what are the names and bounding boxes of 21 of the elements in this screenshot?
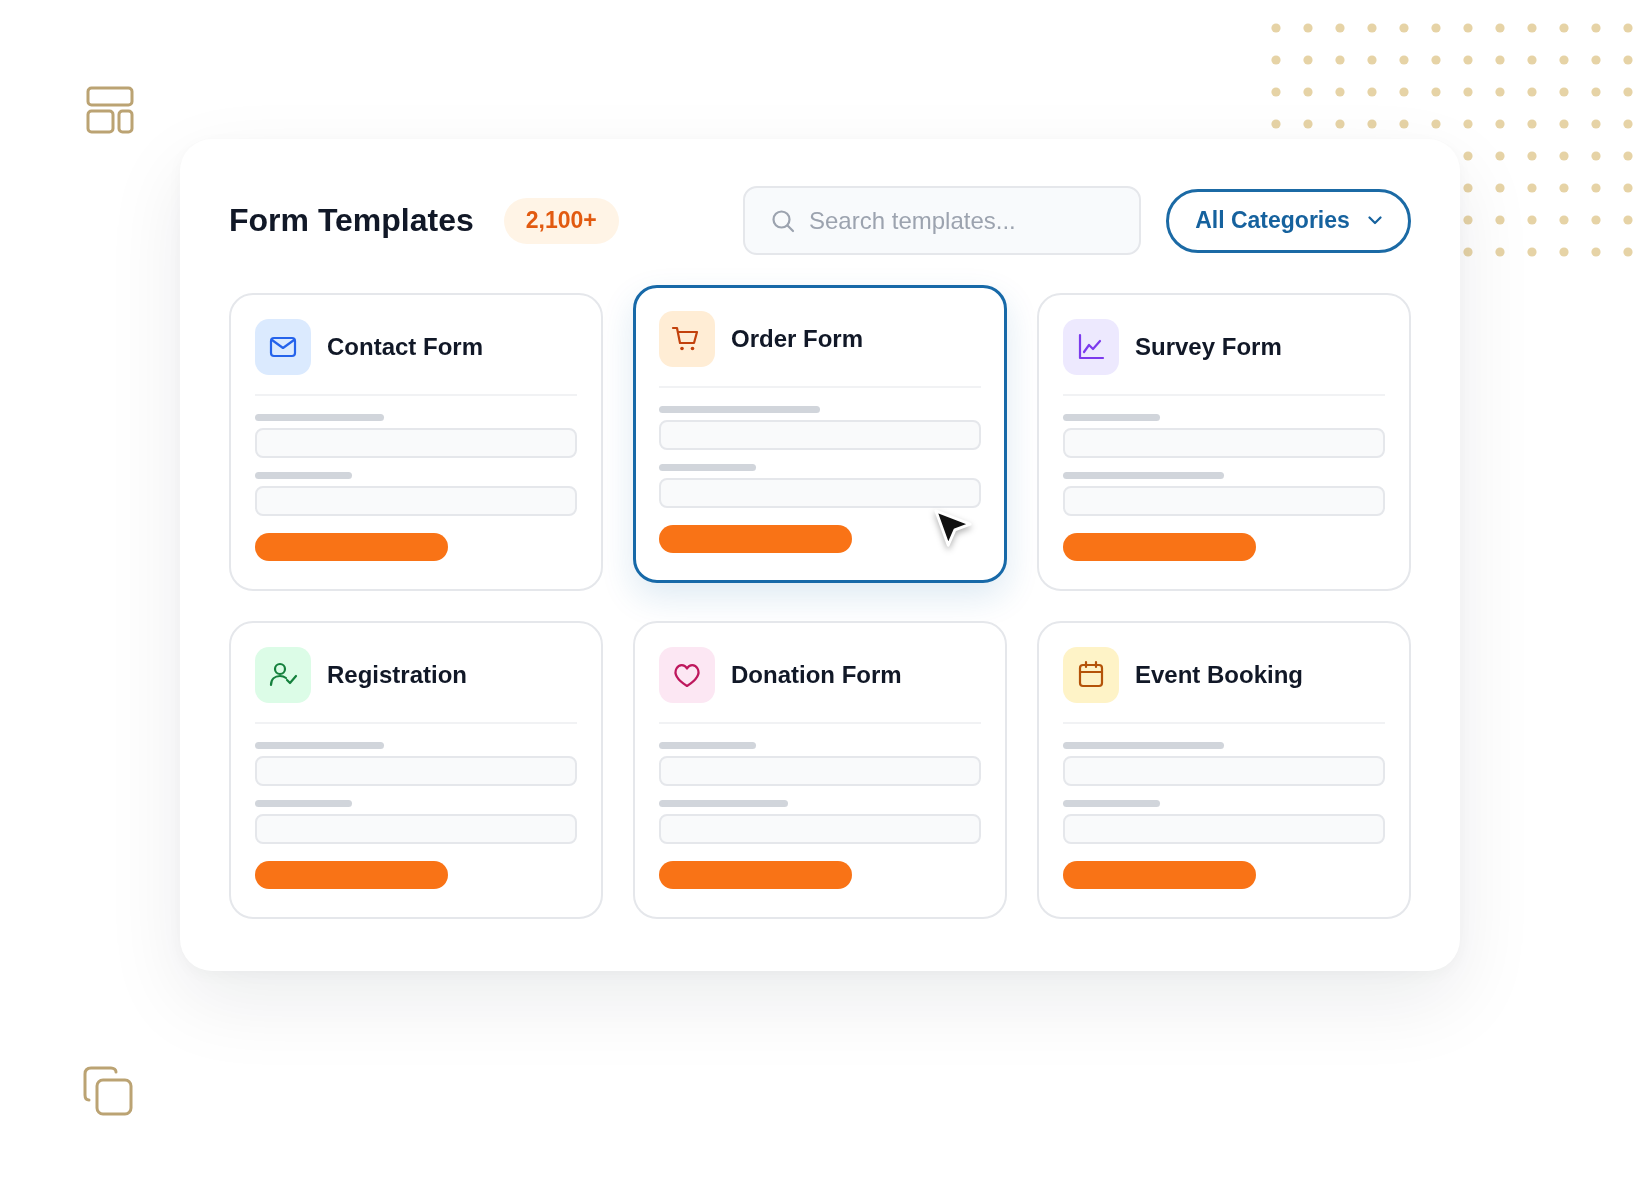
template-card[interactable]: Survey Form [1037,293,1411,591]
template-card[interactable]: Donation Form [633,621,1007,919]
search-input[interactable]: Search templates... [809,206,1139,235]
template-card[interactable]: Contact Form [229,293,603,591]
category-dropdown[interactable]: All Categories [1166,188,1411,253]
page-title: Form Templates [229,202,474,239]
count-badge: 2,100+ [503,197,619,244]
template-card[interactable]: Order Form [633,285,1007,583]
layout-icon [86,86,134,134]
copy-icon [83,1066,133,1116]
card-title: Registration [327,661,467,689]
card-title: Contact Form [327,333,483,361]
card-title: Event Booking [1135,661,1303,689]
card-title: Order Form [731,325,864,353]
chevron-down-icon [1367,216,1382,225]
card-title: Survey Form [1135,333,1282,361]
search-field[interactable]: Search templates... [743,186,1141,255]
template-card[interactable]: Registration [229,621,603,919]
card-title: Donation Form [731,661,902,689]
template-card[interactable]: Event Booking [1037,621,1411,919]
search-icon [771,208,795,233]
